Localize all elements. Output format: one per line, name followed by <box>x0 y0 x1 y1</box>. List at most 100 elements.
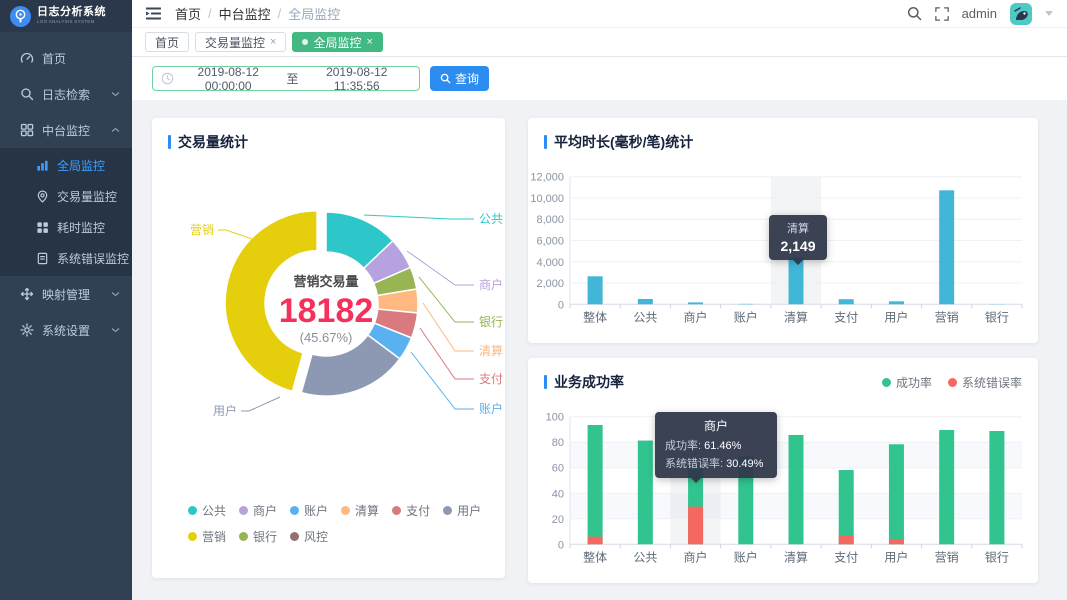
query-button[interactable]: 查询 <box>430 66 490 91</box>
chevron-down-icon <box>111 292 120 297</box>
x-axis-label: 公共 <box>633 550 657 564</box>
sidebar-item-duration-monitor[interactable]: 耗时监控 <box>0 212 132 243</box>
sidebar-item-log-search[interactable]: 日志检索 <box>0 76 132 112</box>
search-icon <box>440 73 451 84</box>
legend-item-4[interactable]: 支付 <box>392 502 430 519</box>
y-axis-label: 60 <box>552 463 564 475</box>
logo: 日志分析系统 LOG ANALYSIS SYSTEM <box>0 0 132 32</box>
donut-center-value: 18182 <box>279 292 374 330</box>
fullscreen-icon[interactable] <box>934 6 949 21</box>
bar-成功率-8[interactable] <box>989 430 1005 545</box>
chevron-down-icon <box>111 92 120 97</box>
legend-label: 支付 <box>406 504 431 518</box>
breadcrumb-home[interactable]: 首页 <box>175 4 201 23</box>
card-title: 交易量统计 <box>168 132 248 152</box>
tab-close-icon[interactable]: × <box>366 36 372 48</box>
sidebar-item-label: 日志检索 <box>42 87 91 102</box>
x-axis-label: 银行 <box>985 310 1009 324</box>
x-axis-label: 账户 <box>734 549 758 564</box>
sidebar-item-label: 映射管理 <box>42 287 91 302</box>
legend-dot <box>947 378 957 387</box>
legend-label: 商户 <box>253 504 278 518</box>
gear-icon <box>20 323 34 337</box>
y-axis-label: 40 <box>552 488 564 500</box>
app-logo-icon <box>10 5 31 27</box>
top-header: 首页 / 中台监控 / 全局监控 admin <box>132 0 1067 28</box>
legend-label: 系统错误率 <box>961 376 1022 390</box>
user-name[interactable]: admin <box>962 6 997 21</box>
legend-item-系统错误率[interactable]: 系统错误率 <box>947 374 1022 391</box>
start-datetime: 2019-08-12 00:00:00 <box>197 64 259 93</box>
bar-0[interactable] <box>587 276 603 305</box>
legend-dot <box>290 506 300 515</box>
donut-label: 用户 <box>213 403 237 418</box>
legend-item-5[interactable]: 用户 <box>443 502 481 519</box>
sidebar: 日志分析系统 LOG ANALYSIS SYSTEM 首页 日志检索 中台监控 … <box>0 0 132 600</box>
date-range-input[interactable]: 2019-08-12 00:00:00 至 2019-08-12 11:35:5… <box>152 64 420 93</box>
donut-label: 营销 <box>190 223 214 237</box>
app-title: 日志分析系统 <box>37 6 106 19</box>
transaction-volume-card: 交易量统计 公共 商户 银行 清算 支付 账户 用户 营销 营销交易量 18182 (45.67%)… <box>152 118 505 578</box>
legend-label: 银行 <box>253 530 278 544</box>
x-axis-label: 银行 <box>985 550 1009 564</box>
collapse-menu-icon[interactable] <box>146 7 161 20</box>
legend-item-2[interactable]: 账户 <box>290 502 328 519</box>
y-axis-label: 4,000 <box>536 257 564 269</box>
success-tooltip: 商户 成功率: 61.46% 系统错误率: 30.49% <box>655 412 777 483</box>
legend-item-成功率[interactable]: 成功率 <box>881 374 932 391</box>
document-icon <box>37 252 48 265</box>
bar-成功率-4[interactable] <box>788 434 804 545</box>
x-axis-label: 营销 <box>935 310 959 324</box>
blocks-icon <box>37 222 48 233</box>
breadcrumb-section[interactable]: 中台监控 <box>219 4 271 23</box>
legend-dot <box>188 506 197 515</box>
filter-bar: 2019-08-12 00:00:00 至 2019-08-12 11:35:5… <box>132 57 1067 100</box>
legend-item-8[interactable]: 风控 <box>290 528 328 545</box>
sidebar-item-volume-monitor[interactable]: 交易量监控 <box>0 181 132 212</box>
sidebar-item-settings[interactable]: 系统设置 <box>0 312 132 348</box>
sidebar-item-syserror-monitor[interactable]: 系统错误监控 <box>0 243 132 274</box>
legend-item-3[interactable]: 清算 <box>341 502 379 519</box>
bar-1[interactable] <box>637 298 653 305</box>
tab-home[interactable]: 首页 <box>145 32 190 52</box>
sidebar-item-home[interactable]: 首页 <box>0 40 132 76</box>
legend-item-6[interactable]: 营销 <box>188 528 226 545</box>
tab-close-icon[interactable]: × <box>270 36 276 48</box>
breadcrumb-current: 全局监控 <box>288 7 341 22</box>
location-icon <box>37 190 48 203</box>
bar-系统错误率-6[interactable] <box>888 538 904 545</box>
success-rate-card: 业务成功率 成功率 系统错误率 0 20 40 60 80 100 整体 公共 商户 账户 清算 支付 用… <box>528 358 1038 583</box>
y-axis-label: 80 <box>552 437 564 449</box>
bar-成功率-5[interactable] <box>838 470 854 545</box>
bar-系统错误率-0[interactable] <box>587 536 603 545</box>
sidebar-item-mapping[interactable]: 映射管理 <box>0 276 132 312</box>
donut-label: 清算 <box>479 343 503 358</box>
bar-7[interactable] <box>939 190 955 305</box>
tab-volume-monitor[interactable]: 交易量监控 × <box>195 32 287 52</box>
sidebar-item-label: 耗时监控 <box>57 221 106 235</box>
bar-系统错误率-2[interactable] <box>688 506 704 545</box>
tab-global-monitor[interactable]: 全局监控 × <box>292 32 383 52</box>
legend-item-1[interactable]: 商户 <box>239 502 277 519</box>
bar-5[interactable] <box>838 299 854 305</box>
card-title: 平均时长(毫秒/笔)统计 <box>544 132 693 152</box>
bar-6[interactable] <box>888 301 904 305</box>
bar-系统错误率-5[interactable] <box>838 534 854 545</box>
header-search-icon[interactable] <box>907 6 922 21</box>
y-axis-label: 100 <box>546 412 564 424</box>
bar-2[interactable] <box>688 302 704 305</box>
bar-成功率-6[interactable] <box>888 444 904 545</box>
bar-成功率-7[interactable] <box>939 429 955 545</box>
bar-成功率-1[interactable] <box>637 440 653 545</box>
donut-label: 商户 <box>479 277 503 292</box>
sidebar-item-label: 系统错误监控 <box>57 252 130 266</box>
app-subtitle: LOG ANALYSIS SYSTEM <box>37 19 95 25</box>
legend-item-7[interactable]: 银行 <box>239 528 277 545</box>
sidebar-item-middle-monitor[interactable]: 中台监控 <box>0 112 132 148</box>
user-dropdown-caret-icon[interactable] <box>1045 11 1053 16</box>
user-avatar[interactable] <box>1010 2 1032 25</box>
legend-item-0[interactable]: 公共 <box>188 502 226 519</box>
bar-成功率-0[interactable] <box>587 424 603 545</box>
sidebar-item-global-monitor[interactable]: 全局监控 <box>0 150 132 181</box>
legend-label: 营销 <box>202 530 227 544</box>
